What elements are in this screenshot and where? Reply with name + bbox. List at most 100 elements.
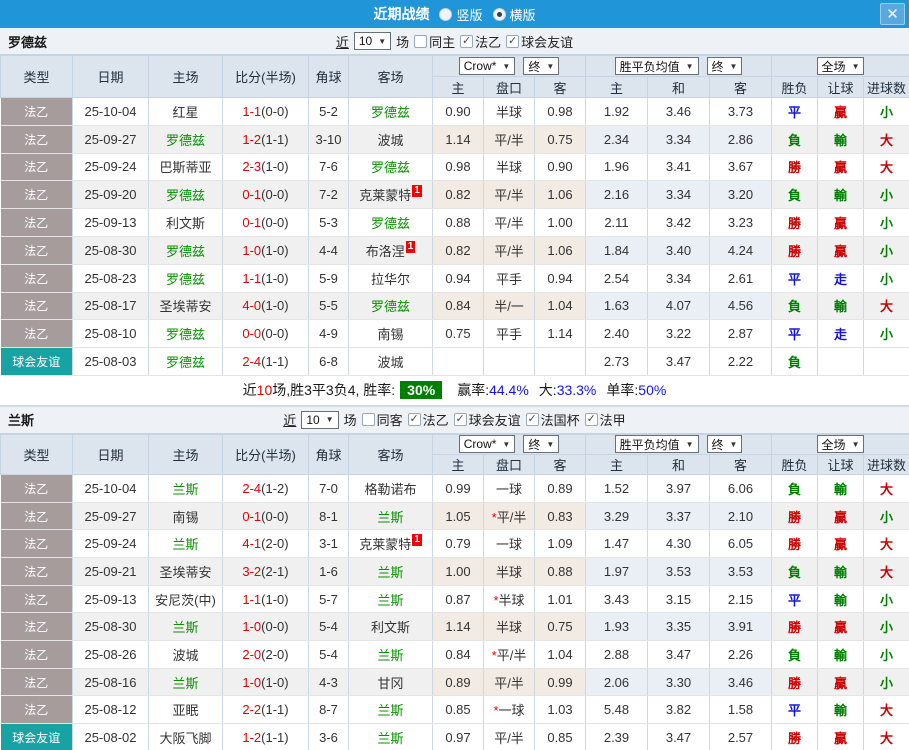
chevron-down-icon: ▼	[729, 61, 738, 71]
score-cell: 2-0(2-0)	[222, 640, 309, 669]
date-cell: 25-08-10	[72, 319, 149, 349]
team-band: 罗德兹近 10 ▼ 场同主 ✓ 法乙 ✓ 球会友谊	[0, 28, 909, 55]
date-cell: 25-10-04	[72, 474, 149, 503]
avg-odds-cell-1: 3.41	[647, 153, 710, 182]
filter-checkbox-3[interactable]: ✓ 法国杯	[525, 410, 580, 429]
score-cell: 2-4(1-1)	[222, 347, 309, 376]
avg-odds-select[interactable]: 胜平负均值 ▼	[614, 435, 699, 454]
filter-checkbox-1[interactable]: ✓ 法乙	[460, 32, 501, 51]
close-button[interactable]: ✕	[880, 3, 905, 25]
odds-final-select[interactable]: 终 ▼	[523, 435, 560, 454]
home-team-cell: 巴斯蒂亚	[148, 153, 223, 182]
corner-cell: 8-7	[308, 695, 349, 725]
result-cell-1: 輸	[817, 292, 865, 321]
corner-cell: 3-1	[308, 529, 349, 559]
result-cell-1: 走	[817, 319, 865, 349]
unchecked-checkbox-icon	[414, 34, 428, 48]
home-odds-cell: 0.85	[432, 695, 484, 725]
close-icon: ✕	[886, 6, 899, 23]
away-team-cell: 克莱蒙特 1	[348, 180, 433, 210]
result-cell-0: 負	[771, 347, 819, 376]
away-odds-cell: 0.89	[534, 474, 586, 503]
avg-final-select[interactable]: 终 ▼	[706, 57, 743, 75]
away-odds-cell: 0.88	[534, 557, 586, 586]
checked-checkbox-icon: ✓	[506, 34, 520, 48]
chevron-down-icon: ▼	[685, 439, 694, 449]
fulltime-select[interactable]: 全场 ▼	[816, 57, 865, 75]
avg-odds-cell-2: 2.15	[709, 585, 773, 614]
home-team-cell: 兰斯	[148, 529, 223, 559]
handicap-cell: 半球	[483, 153, 535, 182]
away-team-cell: 格勒诺布	[348, 474, 433, 503]
result-cell-2	[863, 347, 909, 376]
stat-value-2: 50%	[638, 382, 667, 399]
avg-odds-cell-2: 4.24	[709, 236, 773, 265]
avg-odds-select[interactable]: 胜平负均值 ▼	[614, 57, 699, 75]
fulltime-select[interactable]: 全场 ▼	[816, 435, 865, 454]
home-team-cell: 红星	[148, 97, 223, 126]
result-cell-2: 小	[863, 502, 909, 531]
filter-checkbox-4[interactable]: ✓ 法甲	[584, 410, 626, 429]
col-header-5: 客场	[348, 433, 433, 475]
avg-odds-cell-1: 3.82	[647, 695, 710, 725]
red-card-badge: 1	[405, 240, 416, 253]
avg-odds-cell-0: 2.40	[585, 319, 648, 349]
handicap-cell: 半/一	[483, 292, 535, 321]
home-odds-cell: 0.79	[432, 529, 484, 559]
home-team-cell: 亚眠	[148, 695, 223, 725]
radio-vertical-layout[interactable]: 竖版	[439, 5, 483, 24]
col-header-3: 比分(半场)	[222, 55, 309, 98]
score-cell: 1-0(0-0)	[222, 612, 309, 642]
match-row: 法乙 25-09-20 罗德兹 0-1(0-0) 7-2 克莱蒙特 1 0.82 平/半 1.06…	[0, 180, 909, 210]
avg-odds-cell-0: 1.63	[585, 292, 648, 321]
score-cell: 0-1(0-0)	[222, 502, 309, 531]
result-cell-1: 輸	[817, 125, 865, 154]
radio-icon	[439, 7, 453, 21]
sub-header-7: 让球	[817, 453, 865, 475]
home-odds-cell: 0.89	[432, 668, 484, 697]
filter-checkbox-0[interactable]: 同主	[414, 32, 455, 51]
handicap-cell: 平/半	[483, 236, 535, 265]
chevron-down-icon: ▼	[502, 61, 511, 71]
result-cell-0: 勝	[771, 529, 819, 559]
away-odds-cell: 1.04	[534, 640, 586, 669]
score-cell: 2-3(1-0)	[222, 153, 309, 182]
away-team-cell: 利文斯	[348, 612, 433, 642]
sub-header-0: 主	[432, 453, 484, 475]
match-type-cell: 法乙	[0, 208, 73, 237]
sub-header-2: 客	[534, 453, 586, 475]
result-cell-1: 贏	[817, 502, 865, 531]
avg-odds-cell-2: 6.06	[709, 474, 773, 503]
home-team-cell: 罗德兹	[148, 180, 223, 210]
corner-cell: 8-1	[308, 502, 349, 531]
handicap-cell: *一球	[483, 695, 535, 725]
filter-checkbox-2[interactable]: ✓ 球会友谊	[506, 32, 573, 51]
filter-checkbox-1[interactable]: ✓ 法乙	[407, 410, 449, 429]
score-cell: 0-1(0-0)	[222, 180, 309, 210]
home-odds-cell: 1.00	[432, 557, 484, 586]
avg-final-select-value: 终	[711, 437, 724, 452]
avg-odds-cell-2: 2.86	[709, 125, 773, 154]
result-cell-1: 輸	[817, 180, 865, 210]
away-team-cell: 布洛涅 1	[348, 236, 433, 265]
matches-label: 场	[343, 413, 357, 429]
fulltime-group-header: 全场 ▼	[771, 433, 909, 455]
filter-checkbox-2[interactable]: ✓ 球会友谊	[453, 410, 521, 429]
odds-company-select[interactable]: Crow* ▼	[458, 57, 516, 75]
result-cell-2: 大	[863, 723, 909, 750]
odds-company-select[interactable]: Crow* ▼	[458, 435, 516, 454]
odds-final-select[interactable]: 终 ▼	[523, 57, 560, 75]
corner-cell: 7-6	[308, 153, 349, 182]
date-cell: 25-08-02	[72, 723, 149, 750]
chevron-down-icon: ▼	[325, 415, 334, 425]
match-count-select[interactable]: 10 ▼	[353, 32, 392, 50]
result-cell-2: 大	[863, 292, 909, 321]
sub-header-6: 胜负	[771, 453, 819, 475]
radio-horizontal-layout[interactable]: 横版	[492, 5, 536, 24]
filter-checkbox-0[interactable]: 同客	[361, 410, 403, 429]
avg-final-select[interactable]: 终 ▼	[706, 435, 743, 454]
away-odds-cell: 1.06	[534, 236, 586, 265]
match-count-select[interactable]: 10 ▼	[301, 410, 339, 429]
away-odds-cell: 1.09	[534, 529, 586, 559]
date-cell: 25-09-21	[72, 557, 149, 586]
